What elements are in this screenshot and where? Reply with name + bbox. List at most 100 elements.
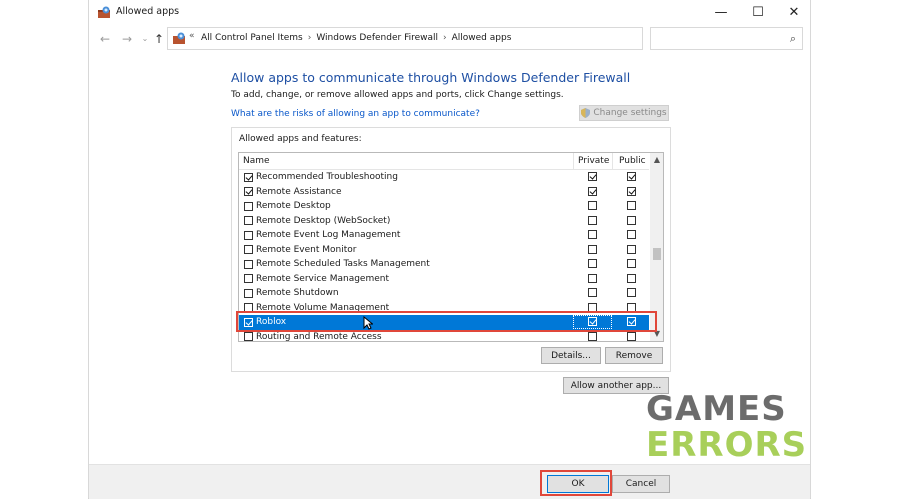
- public-network-checkbox[interactable]: [627, 244, 636, 254]
- cancel-button[interactable]: Cancel: [612, 475, 670, 493]
- public-network-checkbox[interactable]: [627, 186, 636, 196]
- app-name-cell: Remote Assistance: [244, 187, 342, 197]
- public-network-checkbox[interactable]: [627, 259, 636, 268]
- app-enabled-checkbox[interactable]: [244, 259, 253, 269]
- list-header: Name Private Public: [239, 153, 649, 170]
- up-button[interactable]: ↑: [151, 31, 167, 47]
- private-network-checkbox[interactable]: [588, 172, 597, 181]
- search-input[interactable]: ⌕: [650, 27, 803, 50]
- public-network-checkbox[interactable]: [627, 288, 636, 297]
- app-name-cell: Remote Service Management: [244, 274, 389, 284]
- roblox-highlight-box: [236, 311, 657, 332]
- app-name-label: Remote Desktop: [256, 201, 331, 211]
- ok-highlight-box: [540, 470, 612, 496]
- breadcrumb-overflow-icon[interactable]: «: [189, 31, 195, 41]
- back-arrow-icon: ←: [99, 32, 111, 46]
- public-network-checkbox[interactable]: [627, 331, 636, 341]
- app-name-cell: Remote Event Monitor: [244, 245, 356, 255]
- app-enabled-checkbox[interactable]: [244, 274, 253, 283]
- window-title: Allowed apps: [116, 6, 180, 17]
- list-item[interactable]: Remote Desktop: [239, 199, 649, 214]
- forward-button[interactable]: →: [119, 31, 135, 47]
- app-enabled-checkbox[interactable]: [244, 332, 253, 341]
- breadcrumb-separator-icon[interactable]: ›: [443, 33, 447, 43]
- change-settings-label: Change settings: [593, 108, 667, 118]
- column-header-public[interactable]: Public: [619, 156, 646, 166]
- private-network-checkbox[interactable]: [588, 259, 597, 268]
- app-name-label: Routing and Remote Access: [256, 331, 382, 342]
- breadcrumb-separator-icon[interactable]: ›: [308, 33, 312, 43]
- private-network-checkbox[interactable]: [588, 288, 597, 297]
- app-name-label: Remote Event Monitor: [256, 244, 357, 255]
- column-header-private[interactable]: Private: [578, 156, 609, 166]
- instruction-text: To add, change, or remove allowed apps a…: [231, 90, 564, 100]
- navigation-row: ← → ⌄ ↑ « All Control Panel Items › Window…: [89, 27, 810, 51]
- list-item[interactable]: Recommended Troubleshooting: [239, 170, 649, 185]
- app-name-label: Remote Event Log Management: [256, 230, 401, 240]
- screenshot-stage: Allowed apps — ☐ ✕ ← → ⌄ ↑ « All Control…: [0, 0, 900, 500]
- remove-button[interactable]: Remove: [605, 347, 663, 364]
- app-enabled-checkbox[interactable]: [244, 245, 253, 254]
- up-arrow-icon: ↑: [153, 32, 165, 46]
- column-divider[interactable]: [573, 153, 574, 170]
- breadcrumb-item[interactable]: Allowed apps: [452, 33, 512, 43]
- app-enabled-checkbox[interactable]: [244, 230, 253, 240]
- cancel-label: Cancel: [625, 479, 657, 489]
- firewall-app-icon: [98, 6, 110, 18]
- private-network-checkbox[interactable]: [588, 230, 597, 239]
- maximize-icon: ☐: [752, 4, 764, 20]
- app-name-cell: Remote Desktop: [244, 201, 331, 211]
- watermark-logo: GAMES ERRORS: [646, 392, 807, 462]
- private-network-checkbox[interactable]: [588, 244, 597, 254]
- app-enabled-checkbox[interactable]: [244, 216, 253, 225]
- list-item[interactable]: Remote Desktop (WebSocket): [239, 214, 649, 229]
- title-bar: Allowed apps — ☐ ✕: [89, 0, 810, 26]
- list-item[interactable]: Remote Shutdown: [239, 286, 649, 301]
- app-name-cell: Remote Desktop (WebSocket): [244, 216, 390, 226]
- list-item[interactable]: Remote Event Monitor: [239, 243, 649, 258]
- public-network-checkbox[interactable]: [627, 172, 636, 181]
- details-button[interactable]: Details...: [541, 347, 601, 364]
- close-icon: ✕: [788, 4, 800, 20]
- maximize-button[interactable]: ☐: [740, 0, 776, 24]
- control-panel-icon: [173, 32, 185, 44]
- dialog-footer: OK Cancel: [89, 464, 810, 499]
- scrollbar-thumb[interactable]: [653, 248, 661, 260]
- app-name-label: Recommended Troubleshooting: [256, 172, 398, 182]
- scroll-up-icon[interactable]: ▲: [650, 153, 663, 167]
- close-button[interactable]: ✕: [776, 0, 812, 24]
- app-enabled-checkbox[interactable]: [244, 172, 253, 182]
- private-network-checkbox[interactable]: [588, 215, 597, 225]
- private-network-checkbox[interactable]: [588, 201, 597, 210]
- list-item[interactable]: Remote Event Log Management: [239, 228, 649, 243]
- chevron-down-icon: ⌄: [141, 34, 149, 43]
- breadcrumb-item[interactable]: All Control Panel Items: [201, 33, 303, 43]
- breadcrumb-item[interactable]: Windows Defender Firewall: [316, 33, 438, 43]
- private-network-checkbox[interactable]: [588, 273, 597, 283]
- group-label: Allowed apps and features:: [239, 134, 362, 144]
- app-enabled-checkbox[interactable]: [244, 201, 253, 211]
- back-button[interactable]: ←: [97, 31, 113, 47]
- public-network-checkbox[interactable]: [627, 273, 636, 283]
- address-bar[interactable]: « All Control Panel Items › Windows Defend…: [167, 27, 714, 50]
- minimize-button[interactable]: —: [703, 0, 739, 24]
- risks-link[interactable]: What are the risks of allowing an app to…: [231, 109, 480, 119]
- app-name-label: Remote Shutdown: [256, 288, 339, 298]
- private-network-checkbox[interactable]: [588, 331, 597, 341]
- column-divider[interactable]: [612, 153, 613, 170]
- app-enabled-checkbox[interactable]: [244, 288, 253, 298]
- app-name-label: Remote Scheduled Tasks Management: [256, 259, 430, 269]
- column-header-name[interactable]: Name: [243, 156, 270, 166]
- list-item[interactable]: Remote Assistance: [239, 185, 649, 200]
- private-network-checkbox[interactable]: [588, 186, 597, 196]
- change-settings-button[interactable]: Change settings: [579, 105, 669, 121]
- public-network-checkbox[interactable]: [627, 215, 636, 225]
- list-item[interactable]: Remote Service Management: [239, 272, 649, 287]
- mouse-cursor-icon: [363, 316, 373, 330]
- public-network-checkbox[interactable]: [627, 230, 636, 239]
- public-network-checkbox[interactable]: [627, 201, 636, 210]
- app-enabled-checkbox[interactable]: [244, 187, 253, 196]
- minimize-icon: —: [714, 4, 728, 20]
- list-item[interactable]: Remote Scheduled Tasks Management: [239, 257, 649, 272]
- breadcrumb: All Control Panel Items › Windows Defender…: [201, 33, 511, 43]
